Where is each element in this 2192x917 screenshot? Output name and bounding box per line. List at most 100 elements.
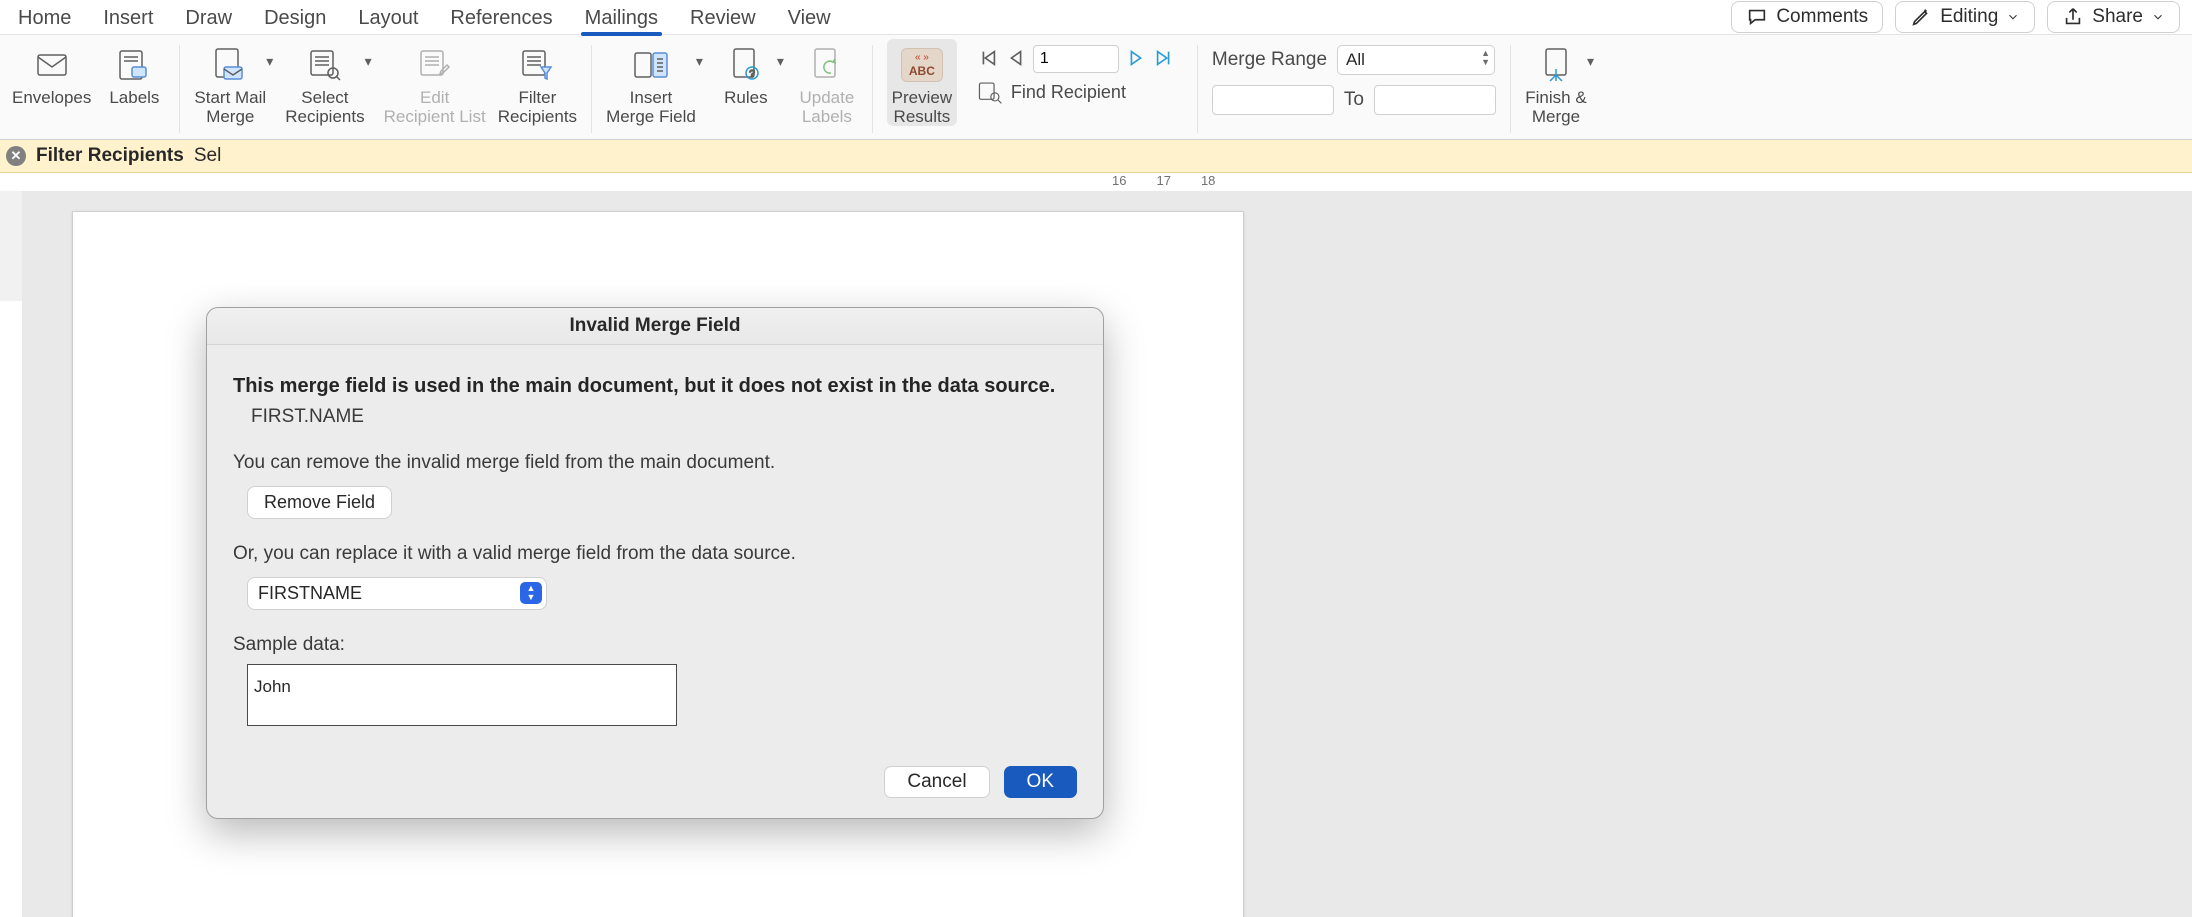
updown-icon: ▲▼ [520,582,542,604]
edit-list-icon [415,45,455,85]
group-preview: « »ABC Preview Results Find Recipient [879,39,1191,139]
filter-recipients-button[interactable]: Filter Recipients [498,39,577,126]
separator [1510,45,1511,133]
recipients-icon [305,45,345,85]
merge-field-icon [631,45,671,85]
update-labels-label: Update Labels [799,89,854,126]
group-finish: Finish & Merge ▾ [1517,39,1602,139]
next-record-button[interactable] [1125,47,1147,72]
ok-button[interactable]: OK [1004,766,1077,798]
edit-recipient-list-button: Edit Recipient List [384,39,486,126]
merge-range-to-input[interactable] [1374,85,1496,115]
select-recipients-button[interactable]: Select Recipients [285,39,364,126]
group-write: Insert Merge Field ▾ ? Rules ▾ Update La… [598,39,866,139]
start-mail-merge-label: Start Mail Merge [194,89,266,126]
editing-label: Editing [1940,6,1998,28]
svg-text:?: ? [749,69,755,80]
share-label: Share [2092,6,2143,28]
group-create: Envelopes Labels [4,39,173,139]
group-start: Start Mail Merge ▾ Select Recipients ▾ E… [186,39,585,139]
labels-button[interactable]: Labels [103,39,165,108]
dialog-title: Invalid Merge Field [207,308,1103,345]
tab-mailings[interactable]: Mailings [569,2,674,33]
select-recipients-label: Select Recipients [285,89,364,126]
insert-merge-field-button[interactable]: Insert Merge Field [606,39,696,126]
ribbon: Envelopes Labels Start Mail Merge ▾ Sele… [0,35,2192,140]
comments-button[interactable]: Comments [1731,1,1883,33]
separator [591,45,592,133]
tab-review[interactable]: Review [674,2,772,33]
ribbon-tabs: Home Insert Draw Design Layout Reference… [0,0,2192,35]
start-mail-merge-button[interactable]: Start Mail Merge [194,39,266,126]
last-record-button[interactable] [1153,47,1175,72]
preview-results-label: Preview Results [892,89,952,126]
finish-merge-button[interactable]: Finish & Merge [1525,39,1587,126]
horizontal-ruler[interactable]: 16 17 18 [22,173,2192,192]
tab-insert[interactable]: Insert [87,2,169,33]
comment-icon [1746,6,1768,28]
insert-merge-field-dropdown[interactable]: ▾ [696,39,703,70]
separator [872,45,873,133]
info-bar: ✕ Filter Recipients Sel [0,140,2192,173]
separator [1197,45,1198,133]
pencil-icon [1910,6,1932,28]
filter-recipients-label: Filter Recipients [498,89,577,126]
dialog-field-name: FIRST.NAME [233,406,1077,428]
remove-field-button[interactable]: Remove Field [247,486,392,519]
merge-range-label: Merge Range [1212,49,1327,71]
find-recipient-button[interactable]: Find Recipient [977,79,1175,105]
merge-range-to-label: To [1344,89,1364,111]
infobar-trail: Sel [194,145,221,167]
prev-record-button[interactable] [1005,47,1027,72]
dialog-replace-para: Or, you can replace it with a valid merg… [233,543,1077,565]
update-labels-icon [807,45,847,85]
share-button[interactable]: Share [2047,1,2180,33]
sample-data-box: John [247,664,677,726]
envelope-icon [32,45,72,85]
rules-button[interactable]: ? Rules [715,39,777,108]
tab-draw[interactable]: Draw [169,2,248,33]
tab-references[interactable]: References [434,2,568,33]
finish-merge-dropdown[interactable]: ▾ [1587,39,1594,70]
tab-home[interactable]: Home [2,2,87,33]
select-recipients-dropdown[interactable]: ▾ [365,39,372,70]
share-icon [2062,6,2084,28]
comments-label: Comments [1776,6,1868,28]
vertical-ruler[interactable] [0,191,23,917]
ruler-num: 18 [1201,173,1215,188]
envelopes-label: Envelopes [12,89,91,108]
rules-dropdown[interactable]: ▾ [777,39,784,70]
tab-layout[interactable]: Layout [342,2,434,33]
invalid-merge-field-dialog: Invalid Merge Field This merge field is … [206,307,1104,819]
editing-mode-button[interactable]: Editing [1895,1,2035,33]
merge-range-from-input[interactable] [1212,85,1334,115]
start-mail-merge-dropdown[interactable]: ▾ [266,39,273,70]
sample-data-label: Sample data: [233,634,1077,656]
infobar-filter-label: Filter Recipients [36,145,184,167]
envelopes-button[interactable]: Envelopes [12,39,91,108]
find-icon [977,79,1003,105]
rules-label: Rules [724,89,767,108]
tab-view[interactable]: View [772,2,847,33]
labels-label: Labels [109,89,159,108]
merge-range-select[interactable]: All ▲▼ [1337,45,1495,75]
merge-range-value: All [1346,50,1365,70]
update-labels-button: Update Labels [796,39,858,126]
finish-icon [1536,45,1576,85]
ruler-num: 17 [1156,173,1170,188]
first-record-button[interactable] [977,47,999,72]
replacement-field-select[interactable]: FIRSTNAME ▲▼ [247,577,547,610]
label-icon [114,45,154,85]
preview-results-button[interactable]: « »ABC Preview Results [887,39,957,126]
group-merge-range: Merge Range All ▲▼ To [1204,39,1504,139]
mail-merge-icon [210,45,250,85]
cancel-button[interactable]: Cancel [884,766,989,798]
close-infobar-button[interactable]: ✕ [6,146,26,166]
dialog-remove-para: You can remove the invalid merge field f… [233,452,1077,474]
dialog-heading: This merge field is used in the main doc… [233,375,1077,398]
chevron-down-icon [2006,10,2020,24]
ruler-num: 16 [1112,173,1126,188]
record-number-input[interactable] [1033,45,1119,73]
tab-design[interactable]: Design [248,2,342,33]
find-recipient-label: Find Recipient [1011,82,1126,103]
